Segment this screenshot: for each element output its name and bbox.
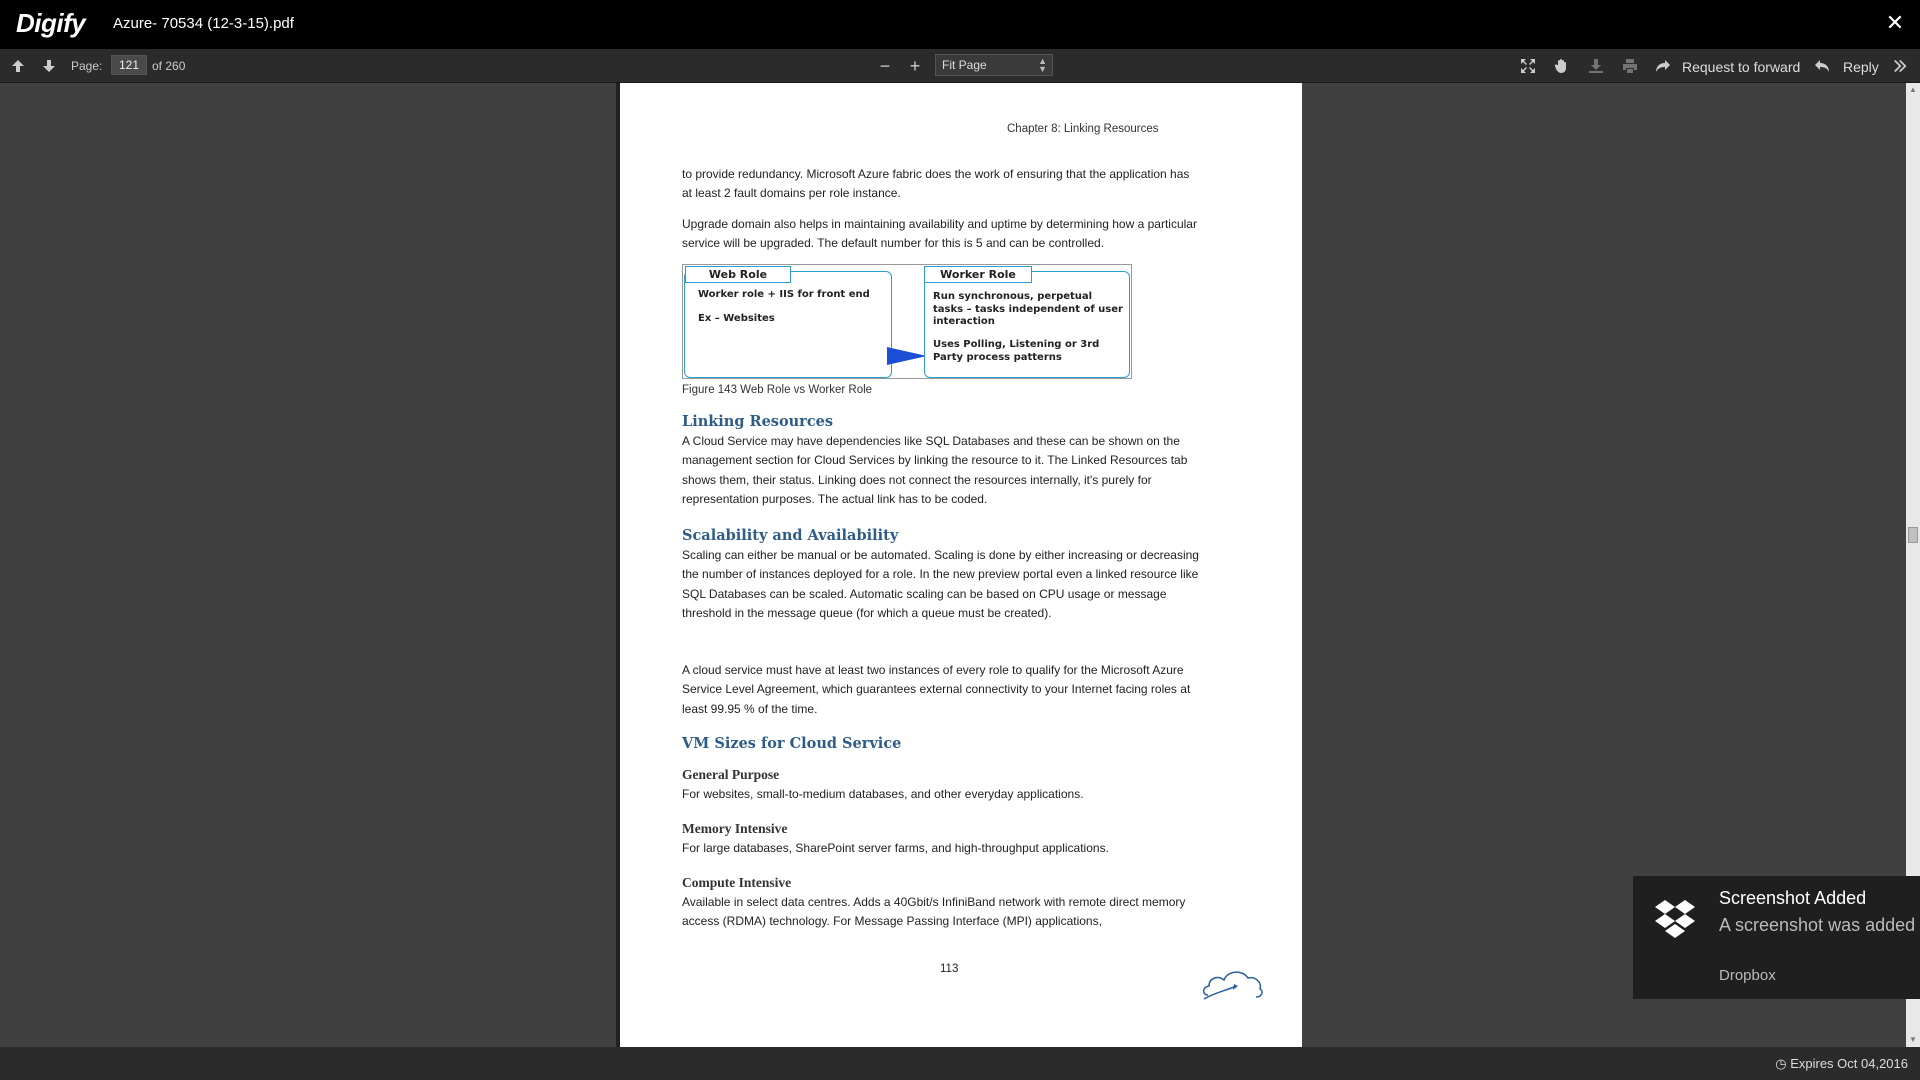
web-role-line1: Worker role + IIS for front end [698,289,870,300]
zoom-in-button[interactable]: + [904,55,926,77]
toast-body: A screenshot was added to Dropbox. [1719,915,1919,935]
heading-vm-sizes: VM Sizes for Cloud Service [682,735,902,752]
previous-page-button[interactable] [7,55,29,77]
cloud-logo-icon [1202,971,1263,1000]
dropbox-notification[interactable]: Screenshot Added A screenshot was added … [1633,876,1920,999]
running-header: Chapter 8: Linking Resources [1007,123,1159,135]
select-arrows-icon: ▲ ▼ [1038,56,1047,74]
forward-icon[interactable] [1652,55,1674,77]
scroll-thumb[interactable] [1908,527,1918,543]
dropbox-icon [1655,900,1695,938]
zoom-select[interactable]: Fit Page ▲ ▼ [935,54,1053,76]
paragraph: For large databases, SharePoint server f… [682,841,1109,855]
worker-role-text2: Uses Polling, Listening or 3rd Party pro… [933,339,1100,363]
pdf-page: Chapter 8: Linking Resources to provide … [620,83,1302,1047]
reply-icon[interactable] [1811,55,1833,77]
figure-caption: Figure 143 Web Role vs Worker Role [682,384,873,396]
next-page-button[interactable] [38,55,60,77]
app-logo: Digify [16,8,86,38]
worker-role-label: Worker Role [924,266,1032,283]
paragraph: A cloud service must have at least two i… [682,663,1191,716]
document-title: Azure- 70534 (12-3-15).pdf [113,15,294,32]
subheading-compute-intensive: Compute Intensive [682,875,792,890]
subheading-general-purpose: General Purpose [682,767,780,782]
document-viewer[interactable]: Chapter 8: Linking Resources to provide … [0,83,1906,1047]
page-total: of 260 [152,59,186,73]
close-icon[interactable]: ✕ [1882,10,1908,36]
toast-source: Dropbox [1719,967,1776,984]
arrow-down-icon [43,60,55,72]
heading-linking-resources: Linking Resources [682,413,834,430]
arrow-right-icon [887,347,927,365]
paragraph: Available in select data centres. Adds a… [682,895,1186,929]
scroll-down-icon[interactable]: ▼ [1908,1035,1918,1045]
page-number-input[interactable] [111,55,147,75]
toolbar: Page: of 260 − + Fit Page ▲▼ Request to … [0,49,1920,83]
clock-icon: ◷ [1775,1056,1787,1071]
download-button[interactable] [1585,55,1607,77]
arrow-up-icon [12,60,24,72]
worker-role-text1: Run synchronous, perpetual tasks – tasks… [933,291,1123,327]
expiry-text: Expires Oct 04,2016 [1790,1056,1908,1071]
fullscreen-button[interactable] [1517,55,1539,77]
download-icon [1589,59,1603,73]
page-number: 113 [940,963,959,975]
hand-tool-button[interactable] [1551,55,1573,77]
print-icon [1623,59,1637,73]
paragraph: Scaling can either be manual or be autom… [682,548,1199,620]
subheading-memory-intensive: Memory Intensive [682,821,788,836]
zoom-out-button[interactable]: − [874,55,896,77]
paragraph: For websites, small-to-medium databases,… [682,787,1084,801]
more-options-icon[interactable] [1889,55,1911,77]
zoom-value: Fit Page [942,58,987,72]
web-role-label: Web Role [685,266,791,283]
paragraph: Upgrade domain also helps in maintaining… [682,217,1197,251]
paragraph: to provide redundancy. Microsoft Azure f… [682,167,1190,201]
figure-web-vs-worker-role: Web Role Worker role + IIS for front end… [682,264,1132,379]
print-button[interactable] [1619,55,1641,77]
fullscreen-icon [1521,59,1535,73]
page-label: Page: [71,59,103,73]
toast-title: Screenshot Added [1719,888,1867,908]
expiry-info: ◷ Expires Oct 04,2016 [1775,1056,1908,1072]
status-bar: ◷ Expires Oct 04,2016 [0,1047,1920,1080]
heading-scalability: Scalability and Availability [682,527,899,544]
scroll-up-icon[interactable]: ▲ [1908,85,1918,95]
hand-icon [1554,59,1566,73]
reply-button[interactable]: Reply [1843,59,1879,75]
title-bar: Digify Azure- 70534 (12-3-15).pdf ✕ [0,0,1920,49]
request-to-forward-button[interactable]: Request to forward [1682,59,1800,75]
web-role-line2: Ex – Websites [698,313,775,324]
paragraph: A Cloud Service may have dependencies li… [682,434,1188,506]
